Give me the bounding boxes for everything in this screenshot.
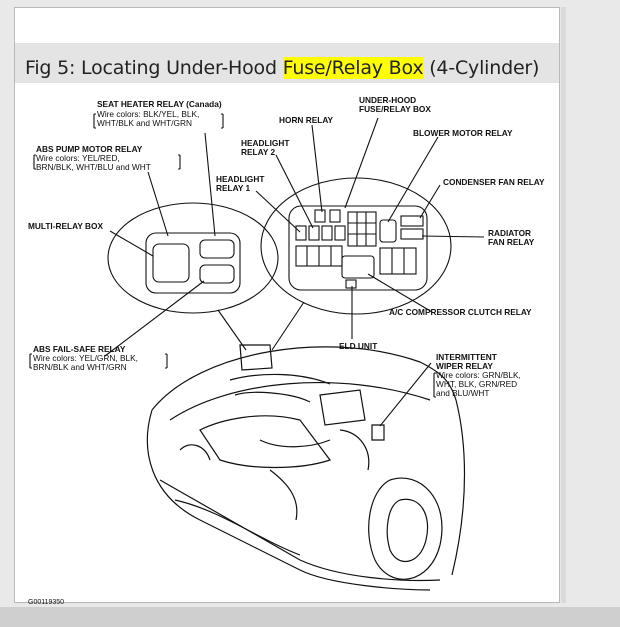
wire-wiper-3: and BLU/WHT bbox=[436, 388, 489, 398]
figure-code: G00119350 bbox=[28, 599, 64, 606]
leader-underhood bbox=[344, 117, 379, 209]
front-bumper-line bbox=[146, 409, 431, 591]
fender-line bbox=[451, 399, 466, 576]
relay-cell bbox=[314, 209, 326, 223]
label-blower-relay: BLOWER MOTOR RELAY bbox=[413, 128, 513, 138]
seat-heater-relay-shape bbox=[199, 239, 235, 259]
label-underhood-b: FUSE/RELAY BOX bbox=[359, 104, 431, 114]
front-wheel bbox=[368, 477, 443, 580]
label-ac-clutch: A/C COMPRESSOR CLUTCH RELAY bbox=[389, 307, 532, 317]
relay-location-diagram: SEAT HEATER RELAY (Canada) Wire colors: … bbox=[28, 95, 545, 606]
multi-relay-large-relay bbox=[152, 243, 190, 283]
blower-relay-shape bbox=[379, 219, 397, 243]
radiator-relay-shape bbox=[400, 228, 424, 240]
relay-cell bbox=[295, 225, 307, 241]
abs-failsafe-relay-shape bbox=[199, 264, 235, 284]
label-eld-unit: ELD UNIT bbox=[339, 341, 377, 351]
leader-abs-pump bbox=[147, 171, 169, 237]
label-headlight2-b: RELAY 2 bbox=[241, 147, 276, 157]
leader-radiator bbox=[421, 235, 485, 238]
leader-horn bbox=[311, 124, 323, 213]
eld-unit-shape bbox=[345, 279, 357, 289]
multi-relay-callout-oval bbox=[107, 202, 279, 314]
wiper-relay-on-car bbox=[371, 424, 385, 441]
label-seat-heater: SEAT HEATER RELAY (Canada) bbox=[97, 99, 222, 109]
hood-line bbox=[151, 346, 457, 411]
multi-relay-box bbox=[145, 232, 241, 294]
car-engine-bay-drawing bbox=[146, 344, 466, 591]
wire-abs-failsafe-2: BRN/BLK and WHT/GRN bbox=[33, 362, 127, 372]
leader-seat-heater bbox=[204, 132, 216, 237]
leader-blower bbox=[387, 136, 439, 223]
maxi-fuse-block bbox=[379, 247, 417, 275]
relay-cell bbox=[321, 225, 333, 241]
relay-cell bbox=[334, 225, 346, 241]
label-headlight1-b: RELAY 1 bbox=[216, 183, 251, 193]
label-multi-relay-box: MULTI-RELAY BOX bbox=[28, 221, 103, 231]
label-horn-relay: HORN RELAY bbox=[279, 115, 334, 125]
fuse-grid bbox=[347, 211, 377, 247]
wire-abs-pump-2: BRN/BLK, WHT/BLU and WHT bbox=[36, 162, 151, 172]
relay-cell bbox=[329, 209, 341, 223]
leader-wiper bbox=[379, 362, 432, 427]
leader-condenser bbox=[419, 184, 441, 219]
relay-cell bbox=[308, 225, 320, 241]
label-radiator-b: FAN RELAY bbox=[488, 237, 535, 247]
cowl-line bbox=[169, 381, 431, 421]
leader-headlight2 bbox=[275, 154, 314, 229]
wire-seat-heater-2: WHT/BLK and WHT/GRN bbox=[97, 118, 192, 128]
label-condenser-relay: CONDENSER FAN RELAY bbox=[443, 177, 545, 187]
